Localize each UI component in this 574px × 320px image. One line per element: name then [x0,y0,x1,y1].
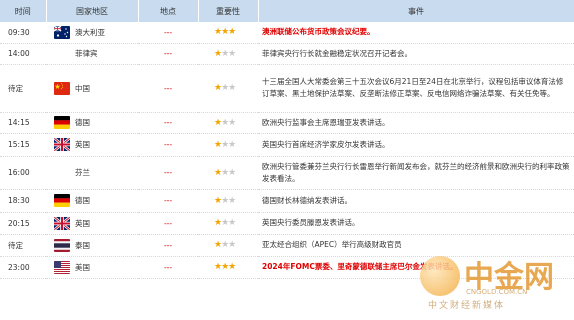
country-name: 菲律宾 [75,49,98,58]
cell-importance: ★★★ [198,22,258,44]
cngold-watermark: 中金网 CNGOLD.COM.CN 中文财经新媒体 [420,250,570,312]
cngold-logo-icon [420,256,460,296]
cell-country: 美国 [46,256,138,279]
cell-place: --- [138,133,198,157]
star-icon: ★ [228,195,236,206]
star-icon: ★ [228,27,236,38]
country-name: 芬兰 [75,168,90,177]
cell-place: --- [138,212,198,235]
star-icon: ★ [228,139,236,150]
cell-country: 英国 [46,133,138,157]
star-icon: ★ [228,117,236,128]
country-name: 美国 [75,262,90,272]
gb-flag-icon [54,216,70,230]
cell-importance: ★★★ [198,156,258,190]
cell-event: 欧洲央行管委兼芬兰央行行长雷恩举行新闻发布会，就芬兰的经济前景和欧洲央行的利率政… [258,156,574,190]
cell-time: 09:30 [0,22,46,44]
table-row: 09:30 澳大利亚 --- ★★★ 澳洲联储公布货币政策会议纪要。 [0,22,574,44]
table-row: 待定 中国 --- ★★★ 十三届全国人大常委会第三十五次会议6月21日至24日在北京举… [0,64,574,113]
table-row: 20:15 英国 --- ★★★ 英国央行委员滕恩发表讲话。 [0,212,574,235]
table-row: 16:00 芬兰 --- ★★★ 欧洲央行管委兼芬兰央行行长雷恩举行新闻发布会，就芬兰的… [0,156,574,190]
cell-place: --- [138,189,198,213]
cell-country: 英国 [46,212,138,235]
table-row: 15:15 英国 --- ★★★ 英国央行首席经济学家皮尔发表讲话。 [0,133,574,157]
cell-time: 15:15 [0,133,46,157]
country-name: 中国 [75,83,90,93]
cell-place: --- [138,64,198,113]
cell-time: 14:00 [0,43,46,65]
watermark-url: CNGOLD.COM.CN [466,288,528,296]
au-flag-icon [54,25,70,39]
cell-country: 中国 [46,64,138,113]
cell-event: 英国央行首席经济学家皮尔发表讲话。 [258,133,574,157]
cell-place: --- [138,22,198,44]
cell-country: 菲律宾 [46,43,138,65]
cell-time: 20:15 [0,212,46,235]
star-icon: ★ [228,218,236,228]
cell-time: 待定 [0,234,46,257]
cell-importance: ★★★ [198,256,258,279]
table-row: 14:00 菲律宾 --- ★★★ 菲律宾央行行长就金融稳定状况召开记者会。 [0,43,574,65]
table-row: 14:15 德国 --- ★★★ 欧洲央行监事会主席恩瑞亚发表讲话。 [0,112,574,134]
cell-place: --- [138,43,198,65]
cell-importance: ★★★ [198,234,258,257]
star-icon: ★ [228,262,236,272]
country-name: 德国 [75,196,90,205]
calendar-table: 时间 国家地区 地点 重要性 事件 09:30 澳大利亚 --- ★★★ 澳洲联储公布货… [0,0,574,279]
header-importance: 重要性 [198,0,259,22]
cell-time: 16:00 [0,156,46,190]
cell-place: --- [138,256,198,279]
cell-country: 德国 [46,112,138,134]
header-time: 时间 [0,0,47,22]
cell-country: 泰国 [46,234,138,257]
cell-place: --- [138,112,198,134]
star-icon: ★ [228,167,236,178]
de-flag-icon [54,116,70,129]
cell-event: 澳洲联储公布货币政策会议纪要。 [258,22,574,44]
cn-flag-icon [54,81,70,95]
country-name: 德国 [75,118,90,127]
cell-event: 十三届全国人大常委会第三十五次会议6月21日至24日在北京举行，议程包括审议体育… [258,64,574,113]
cell-importance: ★★★ [198,64,258,113]
cell-time: 23:00 [0,256,46,279]
de-flag-icon [54,194,70,207]
cell-event: 英国央行委员滕恩发表讲话。 [258,212,574,235]
country-name: 澳大利亚 [75,27,105,37]
cell-event: 菲律宾央行行长就金融稳定状况召开记者会。 [258,43,574,65]
country-name: 泰国 [75,240,90,250]
th-flag-icon [54,238,70,252]
cell-event: 德国财长林德纳发表讲话。 [258,189,574,213]
header-country: 国家地区 [46,0,139,22]
table-row: 18:30 德国 --- ★★★ 德国财长林德纳发表讲话。 [0,189,574,213]
star-icon: ★ [228,83,236,93]
country-name: 英国 [75,218,90,228]
watermark-slogan: 中文财经新媒体 [428,301,506,311]
cell-importance: ★★★ [198,43,258,65]
header-event: 事件 [258,0,574,22]
cell-importance: ★★★ [198,189,258,213]
star-icon: ★ [228,48,236,59]
cell-place: --- [138,234,198,257]
gb-flag-icon [54,138,70,151]
star-icon: ★ [228,240,236,250]
cell-country: 澳大利亚 [46,22,138,44]
cell-event: 欧洲央行监事会主席恩瑞亚发表讲话。 [258,112,574,134]
cell-country: 芬兰 [46,156,138,190]
cell-time: 18:30 [0,189,46,213]
cell-country: 德国 [46,189,138,213]
cell-time: 14:15 [0,112,46,134]
cell-importance: ★★★ [198,133,258,157]
table-header: 时间 国家地区 地点 重要性 事件 [0,0,574,22]
us-flag-icon [54,260,70,274]
cell-importance: ★★★ [198,112,258,134]
country-name: 英国 [75,140,90,149]
header-place: 地点 [138,0,199,22]
cell-importance: ★★★ [198,212,258,235]
cell-time: 待定 [0,64,46,113]
cell-place: --- [138,156,198,190]
